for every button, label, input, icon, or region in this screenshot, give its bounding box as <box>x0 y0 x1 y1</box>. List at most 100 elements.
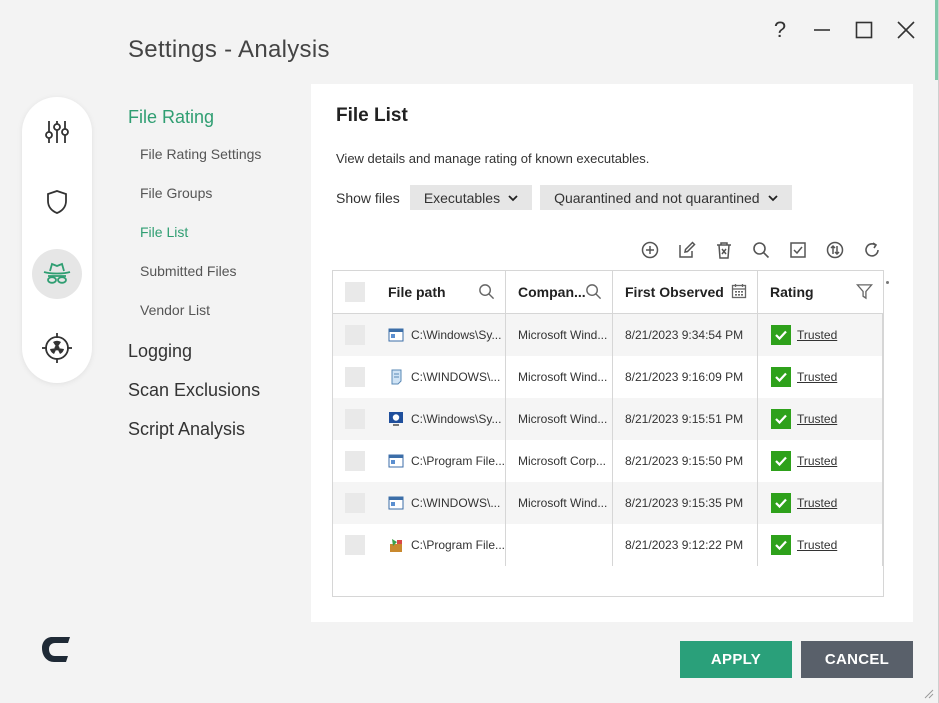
file-path-text: C:\Windows\Sy... <box>411 328 502 342</box>
row-checkbox[interactable] <box>344 451 365 471</box>
nav-script-analysis[interactable]: Script Analysis <box>128 417 308 456</box>
row-checkbox[interactable] <box>344 367 365 387</box>
nav-file-groups[interactable]: File Groups <box>128 183 308 222</box>
table-row[interactable]: C:\WINDOWS\... Microsoft Wind... 8/21/2023… <box>333 356 883 398</box>
settings-window: Settings - Analysis ? File Rating File R… <box>0 0 939 703</box>
minimize-icon <box>814 29 830 31</box>
rating-link[interactable]: Trusted <box>797 328 837 342</box>
trusted-check-icon <box>771 493 791 513</box>
close-button[interactable] <box>896 16 916 44</box>
nav-file-list[interactable]: File List <box>128 222 308 261</box>
table-row[interactable]: C:\Program File... 8/21/2023 9:12:22 PM Tr… <box>333 524 883 566</box>
company-cell: Microsoft Wind... <box>506 356 613 398</box>
plus-circle-icon <box>641 241 659 259</box>
column-rating[interactable]: Rating <box>758 271 883 313</box>
show-files-label: Show files <box>336 189 400 206</box>
file-path-cell: C:\Program File... <box>376 524 506 566</box>
resize-grip-icon[interactable] <box>924 689 934 699</box>
select-all-column <box>333 271 376 313</box>
delete-file-button[interactable] <box>714 240 734 260</box>
lookup-button[interactable] <box>751 240 771 260</box>
nav-submitted-files[interactable]: Submitted Files <box>128 261 308 300</box>
refresh-button[interactable] <box>862 240 882 260</box>
cancel-button[interactable]: CANCEL <box>801 641 913 678</box>
help-button[interactable]: ? <box>770 16 790 44</box>
table-row[interactable]: C:\Windows\Sy... Microsoft Wind... 8/21/20… <box>333 398 883 440</box>
column-file-path[interactable]: File path <box>376 271 506 313</box>
rating-link[interactable]: Trusted <box>797 454 837 468</box>
column-company-label: Compan... <box>518 284 586 300</box>
row-checkbox[interactable] <box>344 493 365 513</box>
rating-cell: Trusted <box>758 398 883 440</box>
nav-file-rating[interactable]: File Rating <box>128 105 308 144</box>
table-header: File path Compan... First Observed Ratin… <box>333 271 883 314</box>
swap-circle-icon <box>826 241 844 259</box>
document-app-icon <box>391 369 402 385</box>
maximize-icon <box>855 21 873 39</box>
first-observed-text: 8/21/2023 9:15:50 PM <box>625 454 744 468</box>
advanced-protection-button[interactable] <box>32 323 82 373</box>
trusted-check-icon <box>771 451 791 471</box>
table-row[interactable]: C:\WINDOWS\... Microsoft Wind... 8/21/2023… <box>333 482 883 524</box>
refresh-icon <box>865 242 879 257</box>
nav-vendor-list[interactable]: Vendor List <box>128 300 308 339</box>
row-select-cell <box>333 398 376 440</box>
file-type-value: Executables <box>423 189 501 206</box>
change-rating-button[interactable] <box>825 240 845 260</box>
row-checkbox[interactable] <box>344 535 365 555</box>
nav-logging[interactable]: Logging <box>128 339 308 378</box>
chevron-down-icon <box>767 194 778 201</box>
company-text: Microsoft Wind... <box>518 412 608 426</box>
apply-button[interactable]: APPLY <box>680 641 792 678</box>
analysis-button[interactable] <box>32 249 82 299</box>
column-rating-label: Rating <box>770 284 814 300</box>
rating-link[interactable]: Trusted <box>797 412 837 426</box>
file-path-cell: C:\Windows\Sy... <box>376 314 506 356</box>
trusted-check-icon <box>771 367 791 387</box>
trusted-check-icon <box>771 535 791 555</box>
rating-link[interactable]: Trusted <box>797 496 837 510</box>
column-file-path-label: File path <box>388 284 446 300</box>
calendar-icon[interactable] <box>731 283 747 299</box>
shield-icon <box>47 190 67 214</box>
file-path-cell: C:\Windows\Sy... <box>376 398 506 440</box>
rating-link[interactable]: Trusted <box>797 538 837 552</box>
file-list-toolbar <box>640 240 882 260</box>
add-file-button[interactable] <box>640 240 660 260</box>
row-checkbox[interactable] <box>344 325 365 345</box>
general-settings-button[interactable] <box>32 107 82 157</box>
edit-file-button[interactable] <box>677 240 697 260</box>
rating-link[interactable]: Trusted <box>797 370 837 384</box>
table-row[interactable]: C:\Windows\Sy... Microsoft Wind... 8/21/20… <box>333 314 883 356</box>
window-edge-accent <box>935 0 938 80</box>
monitor-app-icon <box>389 412 403 426</box>
company-text: Microsoft Wind... <box>518 496 608 510</box>
file-path-cell: C:\WINDOWS\... <box>376 482 506 524</box>
search-icon[interactable] <box>478 283 495 300</box>
close-icon <box>897 21 915 39</box>
checkbox-icon <box>790 242 806 258</box>
select-all-button[interactable] <box>788 240 808 260</box>
table-row[interactable]: C:\Program File... Microsoft Corp... 8/21/… <box>333 440 883 482</box>
window-app-icon <box>388 496 404 510</box>
trusted-check-icon <box>771 409 791 429</box>
nav-file-rating-settings[interactable]: File Rating Settings <box>128 144 308 183</box>
file-type-dropdown[interactable]: Executables <box>409 185 533 210</box>
filter-icon[interactable] <box>856 283 873 300</box>
search-icon[interactable] <box>585 283 602 300</box>
first-observed-text: 8/21/2023 9:34:54 PM <box>625 328 744 342</box>
first-observed-cell: 8/21/2023 9:16:09 PM <box>613 356 758 398</box>
company-cell: Microsoft Wind... <box>506 398 613 440</box>
panel-description: View details and manage rating of known … <box>336 151 650 166</box>
minimize-button[interactable] <box>812 16 832 44</box>
column-first-observed[interactable]: First Observed <box>613 271 758 313</box>
select-all-checkbox[interactable] <box>344 282 365 302</box>
maximize-button[interactable] <box>854 16 874 44</box>
protection-button[interactable] <box>32 177 82 227</box>
rating-cell: Trusted <box>758 482 883 524</box>
quarantine-status-dropdown[interactable]: Quarantined and not quarantined <box>540 185 792 210</box>
nav-scan-exclusions[interactable]: Scan Exclusions <box>128 378 308 417</box>
rating-cell: Trusted <box>758 524 883 566</box>
row-checkbox[interactable] <box>344 409 365 429</box>
column-company[interactable]: Compan... <box>506 271 613 313</box>
